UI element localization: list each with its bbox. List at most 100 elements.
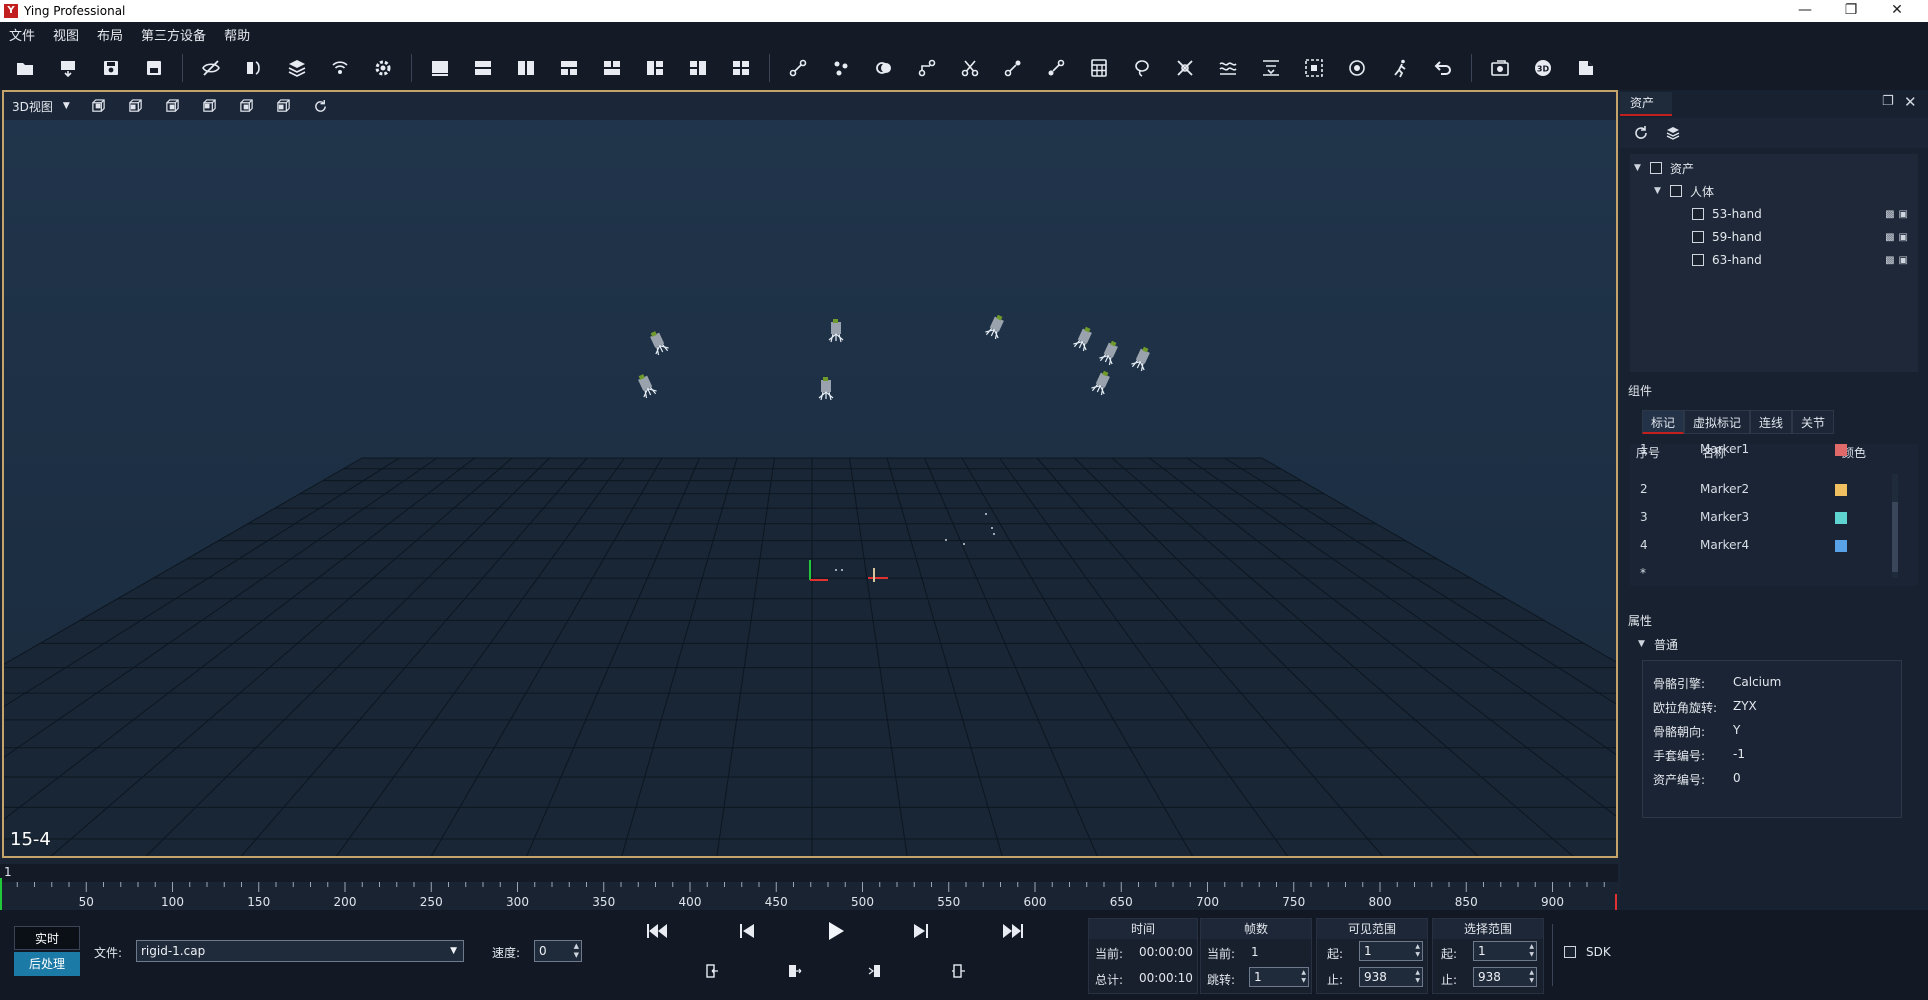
visible-start-spinner[interactable]: 1 ▲ ▼ (1359, 941, 1423, 961)
play-button[interactable] (826, 920, 846, 945)
marker-color-swatch[interactable] (1835, 444, 1847, 456)
scrollbar[interactable] (1892, 474, 1898, 578)
refresh-icon[interactable] (1630, 122, 1652, 144)
menu-third-party[interactable]: 第三方设备 (132, 25, 215, 44)
hide-button[interactable] (196, 53, 226, 83)
layers-icon[interactable] (1662, 122, 1684, 144)
edit-icon[interactable]: ▣ (1899, 232, 1908, 243)
cross-button[interactable] (1170, 53, 1200, 83)
cube-back-icon[interactable] (201, 97, 219, 115)
properties-section[interactable]: ▼ 普通 (1638, 634, 1678, 654)
select-end-spinner[interactable]: 938 ▲ ▼ (1473, 967, 1537, 987)
new-marker-row[interactable]: * (1630, 560, 1900, 586)
speed-spinner[interactable]: 0 ▲ ▼ (534, 940, 582, 962)
nodes-button[interactable] (912, 53, 942, 83)
export-button[interactable] (1571, 53, 1601, 83)
multi-link-button[interactable] (826, 53, 856, 83)
marker-row[interactable]: 3 Marker3 (1630, 504, 1900, 532)
checkbox[interactable] (1692, 208, 1704, 220)
undo-button[interactable] (1428, 53, 1458, 83)
mirror-button[interactable] (239, 53, 269, 83)
asset-item[interactable]: 59-hand ▩ ▣ (1692, 227, 1914, 247)
edge-button[interactable] (1041, 53, 1071, 83)
connect-button[interactable] (998, 53, 1028, 83)
menu-file[interactable]: 文件 (0, 25, 44, 44)
component-tab[interactable]: 连线 (1750, 410, 1793, 434)
restore-button[interactable]: ❐ (1828, 0, 1874, 22)
layout-top-button[interactable] (597, 53, 627, 83)
3d-viewport[interactable]: 3D视图 ▼ YX 15-4 (2, 90, 1618, 858)
menu-view[interactable]: 视图 (44, 25, 88, 44)
asset-item[interactable]: 63-hand ▩ ▣ (1692, 250, 1914, 270)
marker-color-swatch[interactable] (1835, 484, 1847, 496)
marker-color-swatch[interactable] (1835, 540, 1847, 552)
settings-button[interactable] (368, 53, 398, 83)
sdk-checkbox[interactable] (1564, 946, 1576, 958)
component-tab[interactable]: 关节 (1792, 410, 1835, 434)
menu-help[interactable]: 帮助 (215, 25, 259, 44)
component-tab[interactable]: 虚拟标记 (1684, 410, 1751, 434)
postprocess-button[interactable]: 后处理 (14, 952, 80, 976)
layout-quad-button[interactable] (726, 53, 756, 83)
spinner-arrows-icon[interactable]: ▲ ▼ (1301, 969, 1306, 985)
calculator-button[interactable] (1084, 53, 1114, 83)
frame-jump-spinner[interactable]: 1 ▲ ▼ (1249, 967, 1309, 987)
visibility-icon[interactable]: ▩ (1885, 255, 1894, 266)
save-as-button[interactable] (139, 53, 169, 83)
timeline-ruler[interactable]: 50 100 150 200 250 300 350 400 450 500 550 600 650 70… (0, 864, 1618, 910)
expand-arrow-icon[interactable]: ▼ (1634, 163, 1646, 173)
component-tab[interactable]: 标记 (1642, 410, 1685, 434)
scissors-button[interactable] (955, 53, 985, 83)
capture-button[interactable] (53, 53, 83, 83)
tree-node-body[interactable]: ▼ 人体 (1654, 181, 1714, 201)
network-button[interactable] (325, 53, 355, 83)
marker-color-swatch[interactable] (1835, 512, 1847, 524)
spinner-arrows-icon[interactable]: ▲ ▼ (1415, 943, 1420, 959)
select-box-button[interactable] (1299, 53, 1329, 83)
minimize-button[interactable]: — (1782, 0, 1828, 22)
timeline[interactable]: 50 100 150 200 250 300 350 400 450 500 550 600 650 70… (0, 864, 1618, 910)
spinner-arrows-icon[interactable]: ▲ ▼ (574, 942, 579, 960)
layout-single-button[interactable] (425, 53, 455, 83)
filter-button[interactable] (1256, 53, 1286, 83)
edit-icon[interactable]: ▣ (1899, 255, 1908, 266)
visible-end-spinner[interactable]: 938 ▲ ▼ (1359, 967, 1423, 987)
spinner-arrows-icon[interactable]: ▲ ▼ (1415, 969, 1420, 985)
layout-columns-button[interactable] (640, 53, 670, 83)
asset-item[interactable]: 53-hand ▩ ▣ (1692, 204, 1914, 224)
close-window-button[interactable]: ✕ (1874, 0, 1920, 22)
select-start-spinner[interactable]: 1 ▲ ▼ (1473, 941, 1537, 961)
expand-arrow-icon[interactable]: ▼ (1654, 186, 1666, 196)
trim-icon[interactable] (868, 963, 884, 982)
run-button[interactable] (1385, 53, 1415, 83)
view-mode-select[interactable]: 3D视图 ▼ (12, 98, 70, 115)
checkbox[interactable] (1692, 254, 1704, 266)
open-folder-button[interactable] (10, 53, 40, 83)
tree-node-assets[interactable]: ▼ 资产 (1634, 158, 1694, 178)
visibility-icon[interactable]: ▩ (1885, 232, 1894, 243)
checkbox[interactable] (1692, 231, 1704, 243)
cube-left-icon[interactable] (238, 97, 256, 115)
clear-range-icon[interactable] (950, 963, 966, 982)
spinner-arrows-icon[interactable]: ▲ ▼ (1529, 969, 1534, 985)
menu-layout[interactable]: 布局 (88, 25, 132, 44)
cube-top-icon[interactable] (127, 97, 145, 115)
cube-right-icon[interactable] (275, 97, 293, 115)
layers-button[interactable] (282, 53, 312, 83)
edit-icon[interactable]: ▣ (1899, 209, 1908, 220)
layout-grid-button[interactable] (554, 53, 584, 83)
float-panel-icon[interactable]: ❐ (1882, 94, 1894, 109)
skip-to-start-button[interactable] (646, 922, 670, 943)
step-forward-button[interactable] (912, 922, 930, 943)
expand-arrow-icon[interactable]: ▼ (1638, 639, 1650, 649)
wave-button[interactable] (1213, 53, 1243, 83)
set-in-point-icon[interactable] (704, 963, 720, 982)
marker-row[interactable]: 1 Marker1 (1630, 444, 1900, 464)
layout-mixed-button[interactable] (683, 53, 713, 83)
camera-record-button[interactable] (1485, 53, 1515, 83)
layout-split-h-button[interactable] (468, 53, 498, 83)
3d-button[interactable]: 3D (1528, 53, 1558, 83)
tab-assets[interactable]: 资产 (1620, 92, 1672, 116)
lasso-button[interactable] (1127, 53, 1157, 83)
file-select[interactable]: rigid-1.cap ▼ (136, 940, 464, 962)
